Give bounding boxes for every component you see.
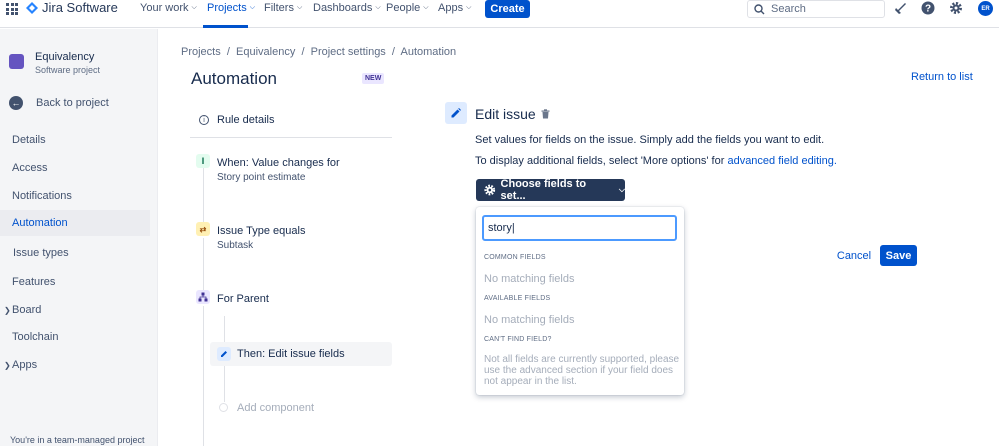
jira-logo-icon [26,2,38,14]
search-input[interactable]: Search [747,0,885,18]
project-sidebar: Equivalency Software project ← Back to p… [0,29,158,446]
nav-dashboards[interactable]: Dashboards ⌵ [313,1,381,15]
top-navigation: Jira Software Your work ⌵ Projects ⌵ Filte… [0,0,999,28]
create-button[interactable]: Create [485,0,530,18]
common-fields-empty: No matching fields [484,273,575,285]
add-component-dot-icon [219,403,228,412]
help-icon[interactable]: ? [921,1,935,15]
chevron-down-icon: ⌵ [191,4,197,11]
trigger-icon: I [196,154,210,168]
sidebar-item-access[interactable]: Access [0,155,150,181]
chevron-down-icon: ⌵ [466,4,472,11]
sidebar-item-apps[interactable]: ❯ Apps [0,352,150,378]
cant-find-field-header: CAN'T FIND FIELD? [484,336,552,343]
nav-projects[interactable]: Projects ⌵ [207,1,255,15]
new-badge: NEW [362,73,385,84]
delete-trash-icon[interactable] [541,109,550,119]
condition-step-title[interactable]: Issue Type equals [217,225,305,237]
save-button[interactable]: Save [880,245,917,266]
sidebar-footer-text: You're in a team-managed project [10,435,145,445]
flow-connector [203,238,204,290]
available-fields-empty: No matching fields [484,314,575,326]
trigger-step-title[interactable]: When: Value changes for [217,157,340,169]
back-arrow-icon[interactable]: ← [9,96,23,110]
info-icon: i [199,115,209,125]
common-fields-header: COMMON FIELDS [484,254,546,261]
nav-apps[interactable]: Apps ⌵ [438,1,471,15]
flow-connector [203,168,204,223]
chevron-down-icon: ⌵ [423,4,429,11]
field-search-input[interactable]: story | [482,215,677,241]
branch-icon [196,290,210,304]
cant-find-field-note: Not all fields are currently supported, … [484,354,680,387]
chevron-down-icon: ⌵ [249,4,256,11]
project-name: Equivalency [35,51,95,63]
chevron-down-icon: ⌵ [618,185,625,194]
breadcrumb[interactable]: Projects / Equivalency / Project setting… [181,46,456,58]
sidebar-item-details[interactable]: Details [0,127,150,153]
condition-step-subtitle[interactable]: Subtask [217,240,253,251]
nav-your-work[interactable]: Your work ⌵ [140,1,197,15]
chevron-down-icon: ⌵ [375,4,381,11]
gear-icon [484,184,496,196]
sidebar-item-toolchain[interactable]: Toolchain [0,324,150,350]
available-fields-header: AVAILABLE FIELDS [484,295,551,302]
settings-gear-icon[interactable] [949,1,963,15]
sidebar-item-automation[interactable]: Automation [0,210,150,236]
sidebar-item-features[interactable]: Features [0,269,150,295]
nav-filters[interactable]: Filters ⌵ [264,1,302,15]
edit-pencil-icon [445,102,467,124]
back-to-project-link[interactable]: Back to project [36,97,109,109]
add-component-link[interactable]: Add component [237,402,314,414]
notifications-icon[interactable] [894,1,908,15]
project-avatar-icon [9,54,24,69]
chevron-down-icon: ⌵ [296,4,303,11]
branch-step-title[interactable]: For Parent [217,293,269,305]
search-icon [754,3,765,14]
cancel-button[interactable]: Cancel [835,246,873,266]
user-avatar[interactable]: ER [978,1,993,16]
page-title: Automation [191,69,277,88]
active-tab-indicator [203,25,248,28]
app-switcher-icon[interactable] [6,3,18,15]
flow-connector [203,306,204,446]
rule-details-link[interactable]: Rule details [217,114,274,126]
return-to-list-link[interactable]: Return to list [911,71,973,83]
fields-dropdown: story | COMMON FIELDS No matching fields … [476,207,684,395]
condition-shuffle-icon: ⇄ [196,222,210,236]
edit-issue-title: Edit issue [475,106,536,122]
divider [190,137,392,138]
choose-fields-button[interactable]: Choose fields to set... ⌵ [476,178,625,202]
svg-text:?: ? [925,4,931,15]
chevron-right-icon: ❯ [4,305,11,315]
advanced-field-editing-link[interactable]: advanced field editing. [727,155,836,167]
sidebar-item-issue-types[interactable]: Issue types [0,240,150,266]
sidebar-item-board[interactable]: ❯ Board [0,297,150,323]
edit-issue-description: Set values for fields on the issue. Simp… [475,134,825,146]
advanced-editing-description: To display additional fields, select 'Mo… [475,155,837,167]
action-step-title[interactable]: Then: Edit issue fields [237,348,345,360]
pencil-icon [217,347,231,361]
project-type: Software project [35,65,101,75]
sidebar-item-notifications[interactable]: Notifications [0,183,150,209]
trigger-step-subtitle[interactable]: Story point estimate [217,172,305,183]
nav-people[interactable]: People ⌵ [386,1,429,15]
product-name[interactable]: Jira Software [42,0,118,16]
chevron-right-icon: ❯ [4,360,11,370]
